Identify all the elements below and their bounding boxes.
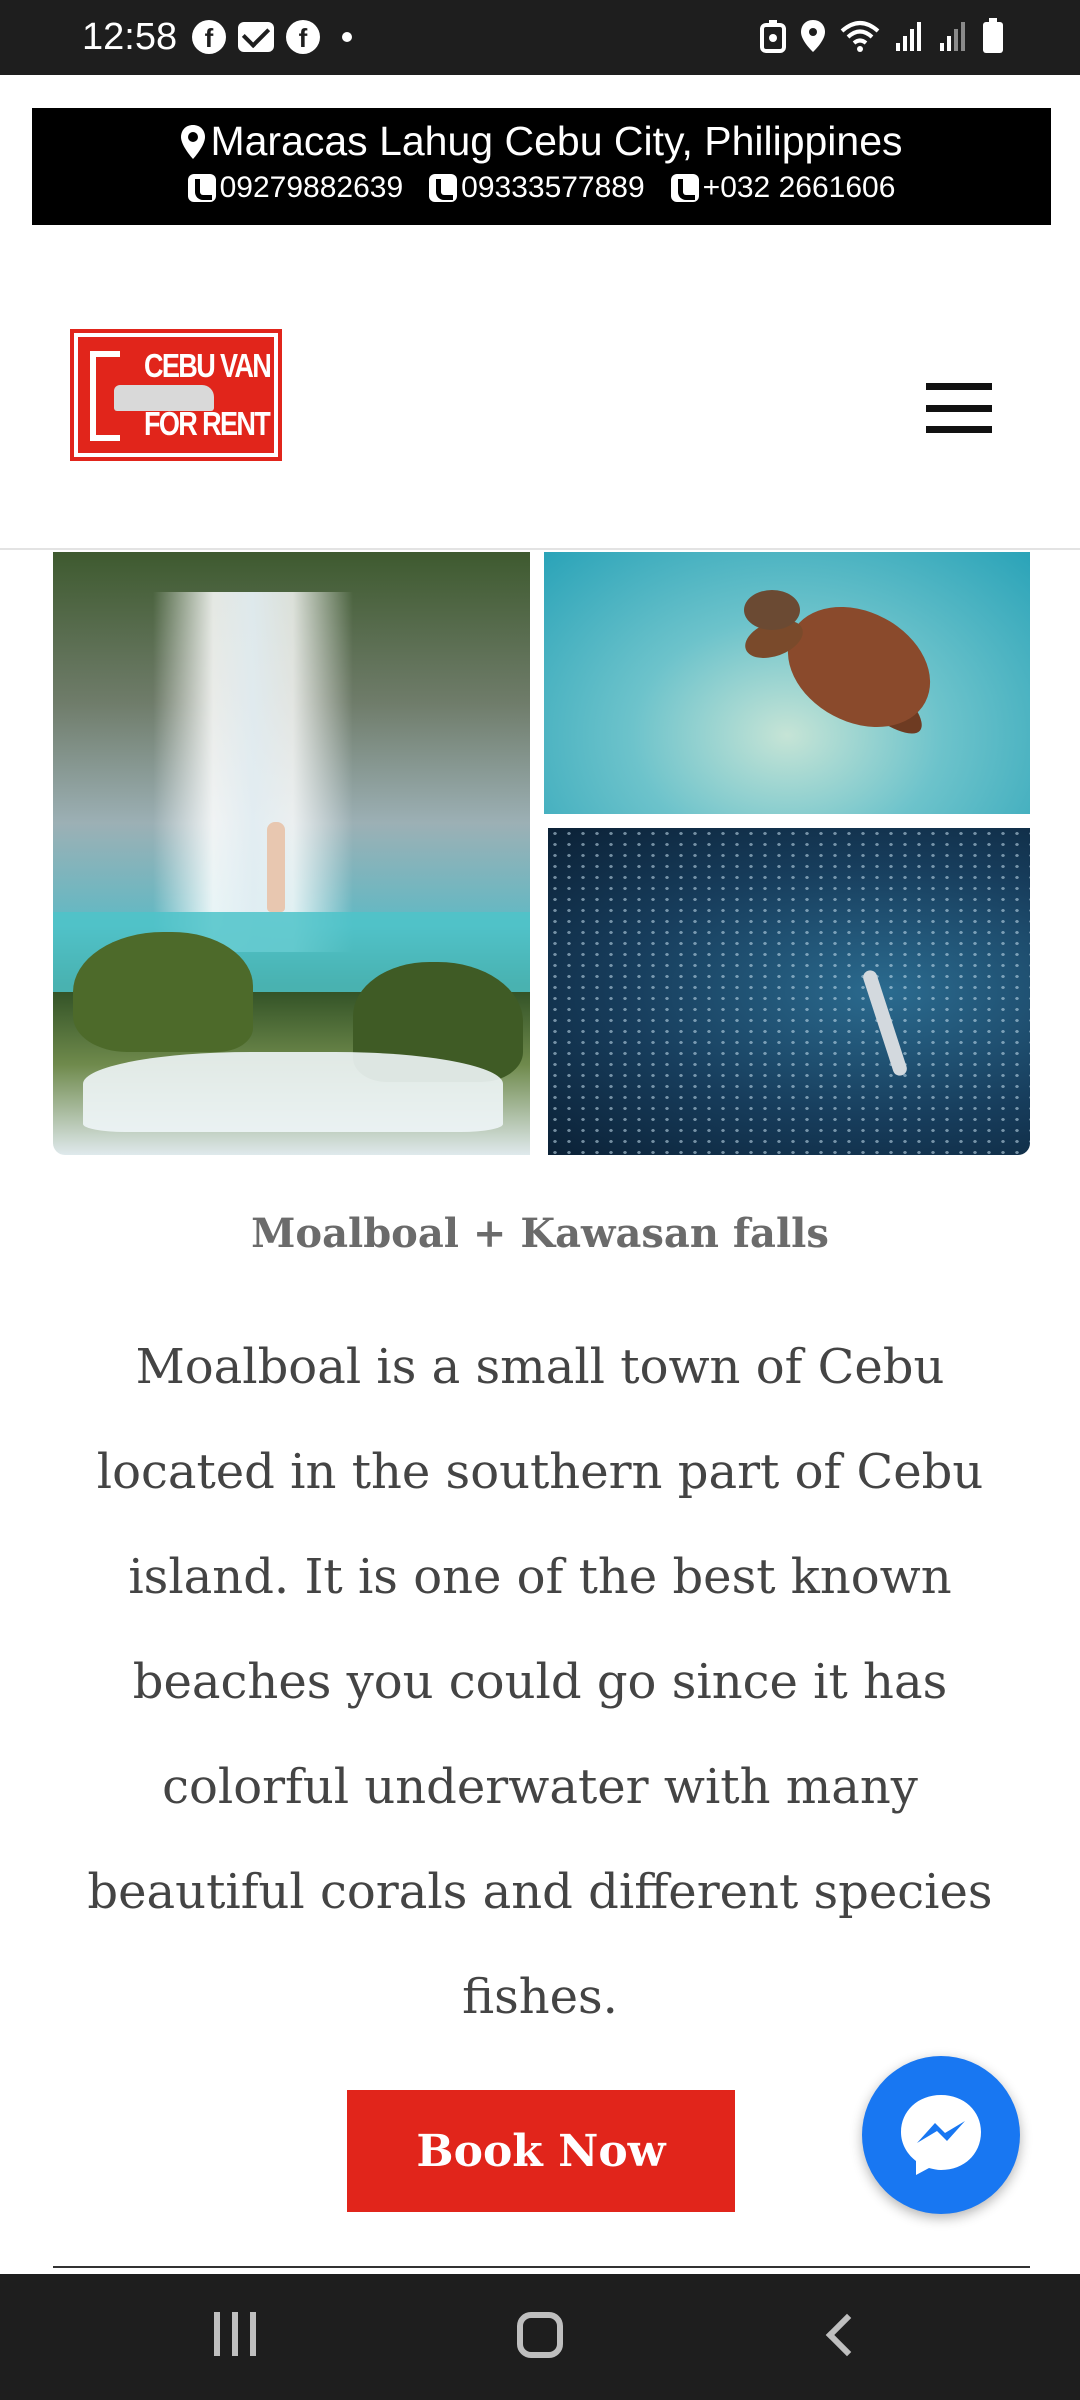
- site-logo[interactable]: CEBU VAN FOR RENT: [70, 329, 282, 461]
- location-icon: [801, 20, 825, 52]
- nfc-icon: [760, 20, 786, 53]
- phone-number-1: 09279882639: [219, 171, 404, 204]
- phone-icon: [670, 174, 699, 202]
- tour-title: Moalboal + Kawasan falls: [251, 1210, 829, 1257]
- site-header: CEBU VAN FOR RENT: [0, 225, 1080, 550]
- sardine-run-photo: [548, 828, 1030, 1155]
- tour-photo-gallery: [53, 552, 1030, 1155]
- status-time: 12:58: [82, 16, 178, 58]
- logo-text-top: CEBU VAN: [144, 347, 272, 384]
- logo-text-bottom: FOR RENT: [144, 405, 271, 442]
- rock-shape: [73, 932, 253, 1052]
- turtle-head: [744, 590, 800, 630]
- messenger-icon: [901, 2095, 981, 2175]
- system-navigation-bar: [0, 2274, 1080, 2400]
- menu-bar: [926, 383, 992, 390]
- section-divider: [53, 2266, 1030, 2268]
- kawasan-falls-photo: [53, 552, 530, 1155]
- system-icons: [760, 18, 1004, 54]
- contact-banner: Maracas Lahug Cebu City, Philippines 092…: [32, 108, 1051, 225]
- recents-icon-bar: [250, 2312, 256, 2356]
- book-now-button[interactable]: Book Now: [347, 2090, 735, 2212]
- status-bar: 12:58 f f: [0, 0, 1080, 75]
- foam-shape: [83, 1052, 503, 1132]
- map-marker-icon: [181, 124, 206, 159]
- menu-bar: [926, 404, 992, 412]
- signal-icon: [940, 22, 965, 51]
- phone-icon: [187, 174, 216, 202]
- facebook-icon: f: [192, 20, 226, 54]
- menu-bar: [926, 426, 992, 433]
- hamburger-menu-icon[interactable]: [926, 383, 992, 433]
- phone-number-2: 09333577889: [461, 171, 645, 204]
- waterfall-shape: [153, 592, 353, 952]
- phone-numbers: 09279882639 09333577889 +032 2661606: [32, 171, 1051, 205]
- notification-icons: f f: [192, 20, 352, 54]
- phone-link-3[interactable]: +032 2661606: [670, 171, 896, 205]
- recents-icon-bar: [232, 2312, 238, 2356]
- mail-icon: [238, 22, 274, 52]
- logo-graphic: CEBU VAN FOR RENT: [78, 337, 274, 453]
- person-figure: [267, 822, 285, 912]
- sea-turtle-photo: [544, 552, 1030, 814]
- sardine-school: [548, 828, 1030, 1155]
- more-notifications-icon: [342, 32, 352, 42]
- phone-number-3: +032 2661606: [702, 171, 896, 204]
- tour-description: Moalboal is a small town of Cebu located…: [87, 1339, 993, 2025]
- wifi-icon: [840, 21, 880, 52]
- address-line: Maracas Lahug Cebu City, Philippines: [32, 118, 1051, 165]
- address-text: Maracas Lahug Cebu City, Philippines: [210, 118, 903, 164]
- phone-link-2[interactable]: 09333577889: [429, 171, 645, 205]
- back-button[interactable]: [825, 2313, 869, 2357]
- recents-button[interactable]: [214, 2312, 256, 2356]
- recents-icon-bar: [214, 2312, 220, 2356]
- signal-icon: [896, 22, 921, 51]
- messenger-chat-button[interactable]: [862, 2056, 1020, 2214]
- facebook-icon: f: [286, 20, 320, 54]
- battery-icon: [983, 18, 1003, 53]
- phone-icon: [429, 174, 458, 202]
- phone-link-1[interactable]: 09279882639: [187, 171, 404, 205]
- home-button[interactable]: [517, 2312, 563, 2358]
